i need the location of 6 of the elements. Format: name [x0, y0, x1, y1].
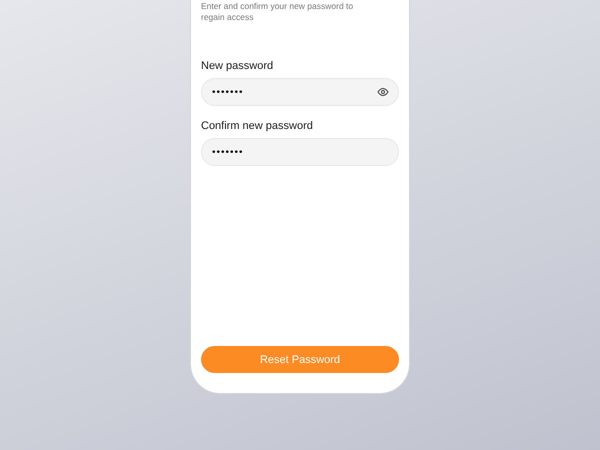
instruction-text: Enter and confirm your new password to regain access — [201, 0, 354, 23]
field-label: Confirm new password — [201, 120, 314, 132]
field-label: New password — [201, 60, 274, 72]
password-field[interactable]: ••••••• — [201, 78, 399, 106]
password-field[interactable]: ••••••• — [201, 138, 399, 166]
eye-icon[interactable] — [377, 86, 389, 98]
